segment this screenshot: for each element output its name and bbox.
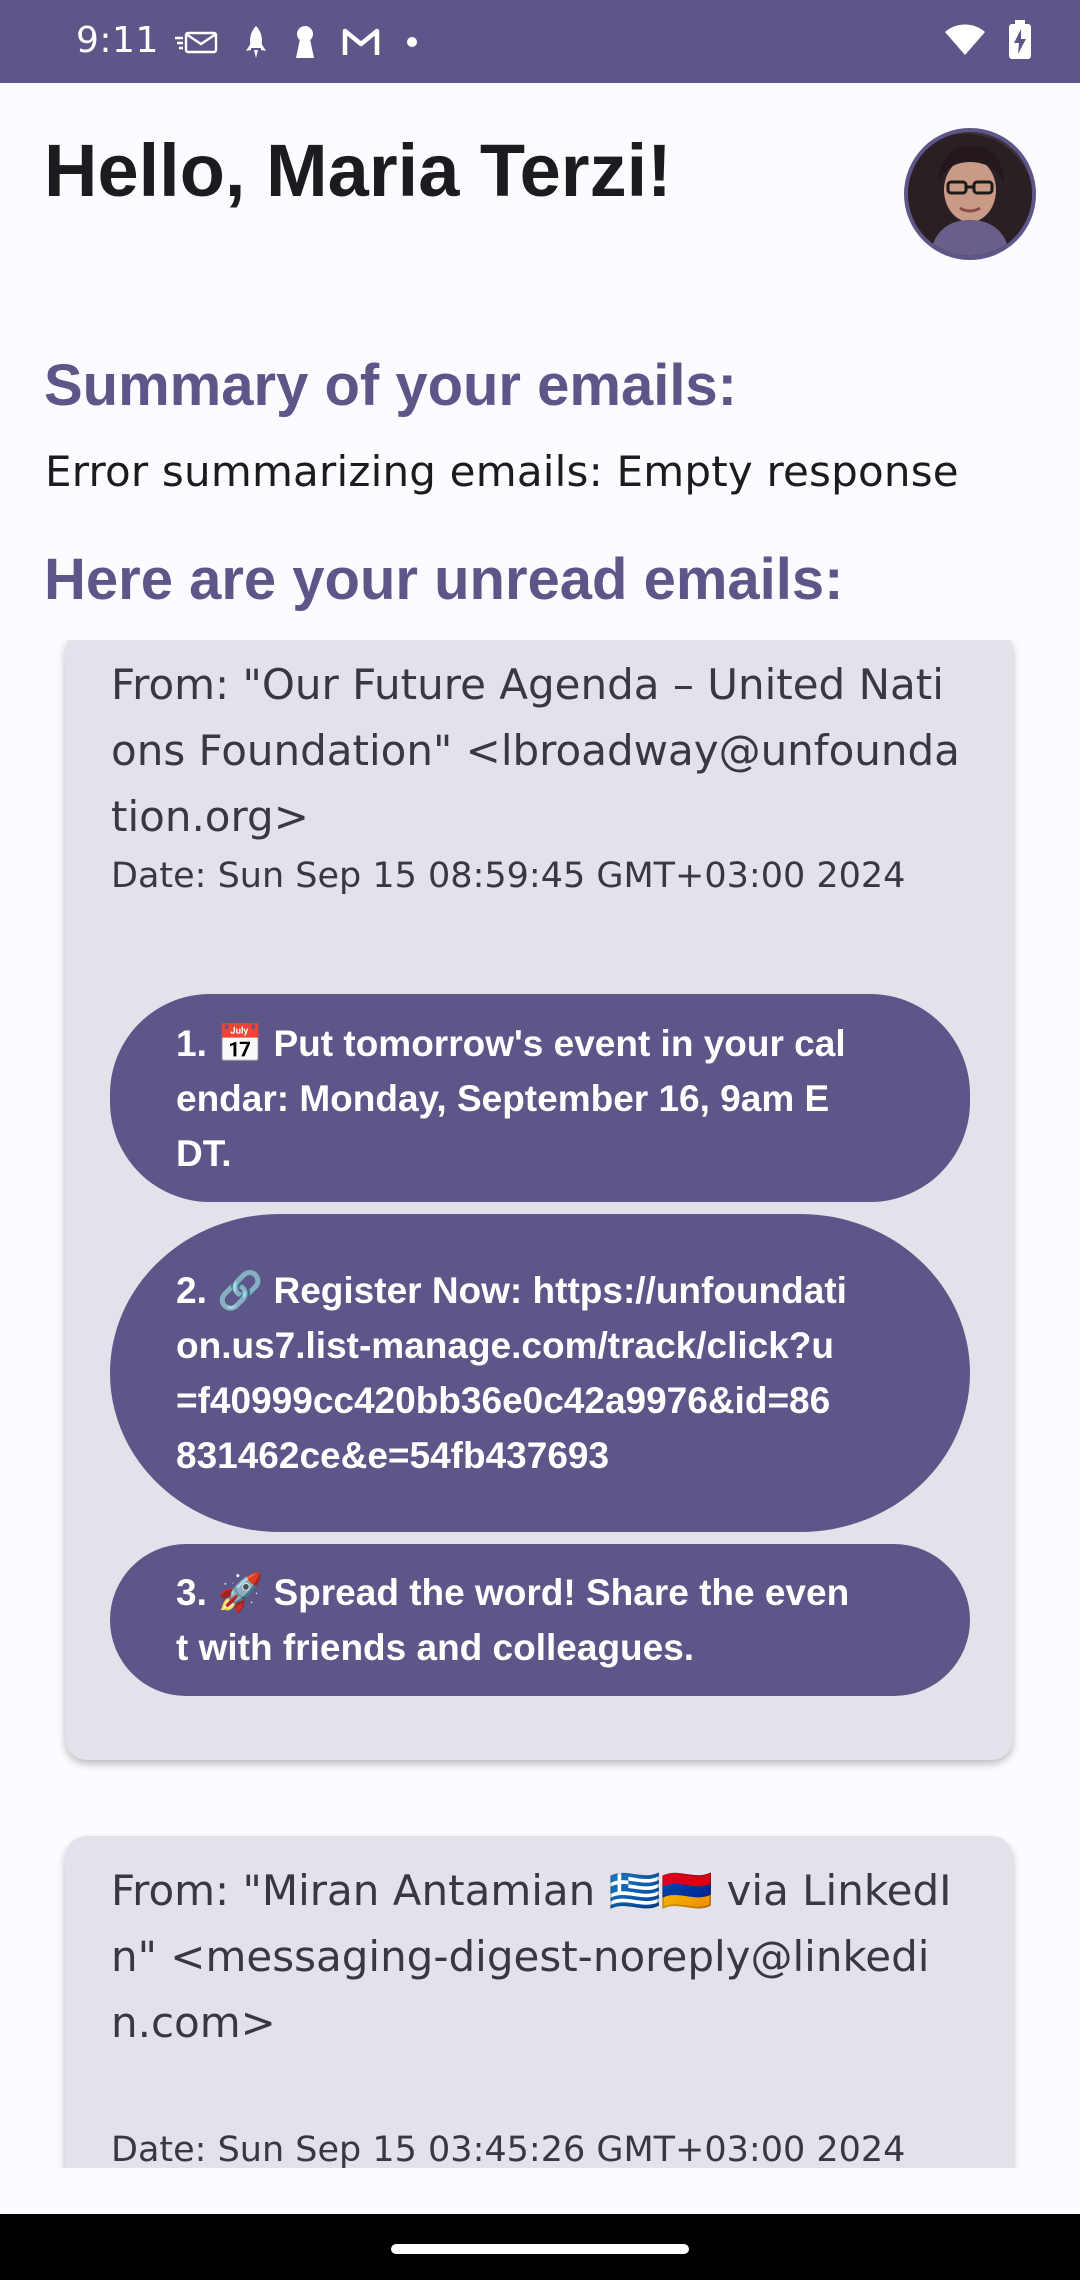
status-bar: 9:11 [0, 0, 1080, 83]
status-time: 9:11 [76, 20, 159, 61]
navigation-bar [0, 2214, 1080, 2280]
summary-text: Error summarizing emails: Empty response [45, 447, 959, 496]
gmail-icon [342, 27, 380, 57]
battery-charging-icon [1008, 19, 1032, 65]
action-item-text: 3. 🚀 Spread the word! Share the event wi… [176, 1572, 850, 1668]
summary-heading: Summary of your emails: [44, 353, 737, 418]
email-list[interactable]: From: "Our Future Agenda – United Nation… [0, 640, 1080, 2168]
action-item[interactable]: 3. 🚀 Spread the word! Share the event wi… [110, 1544, 970, 1696]
email-date: Date: Sun Sep 15 03:45:26 GMT+03:00 2024 [111, 2130, 906, 2168]
rocket-icon [244, 25, 268, 59]
action-item-text: 1. 📅 Put tomorrow's event in your calend… [176, 1022, 846, 1174]
email-date: Date: Sun Sep 15 08:59:45 GMT+03:00 2024 [111, 856, 906, 896]
action-item-text: 2. 🔗 Register Now: https://unfoundation.… [176, 1270, 847, 1476]
user-avatar[interactable] [904, 128, 1036, 260]
email-card[interactable]: From: "Our Future Agenda – United Nation… [65, 640, 1013, 1760]
email-sender: From: "Miran Antamian 🇬🇷🇦🇲 via LinkedIn"… [111, 1866, 952, 2047]
system-icons [944, 19, 1032, 65]
email-card[interactable]: From: "Miran Antamian 🇬🇷🇦🇲 via LinkedIn"… [65, 1836, 1013, 2168]
dot-icon [406, 36, 418, 48]
email-icon [174, 30, 218, 54]
email-sender: From: "Our Future Agenda – United Nation… [111, 660, 960, 841]
wifi-icon [944, 24, 986, 61]
greeting-title: Hello, Maria Terzi! [44, 129, 672, 212]
home-gesture-handle[interactable] [391, 2244, 689, 2254]
action-item[interactable]: 1. 📅 Put tomorrow's event in your calend… [110, 994, 970, 1202]
action-item[interactable]: 2. 🔗 Register Now: https://unfoundation.… [110, 1214, 970, 1532]
unread-heading: Here are your unread emails: [44, 547, 844, 612]
notification-icons [174, 22, 418, 62]
keyhole-icon [294, 25, 316, 59]
